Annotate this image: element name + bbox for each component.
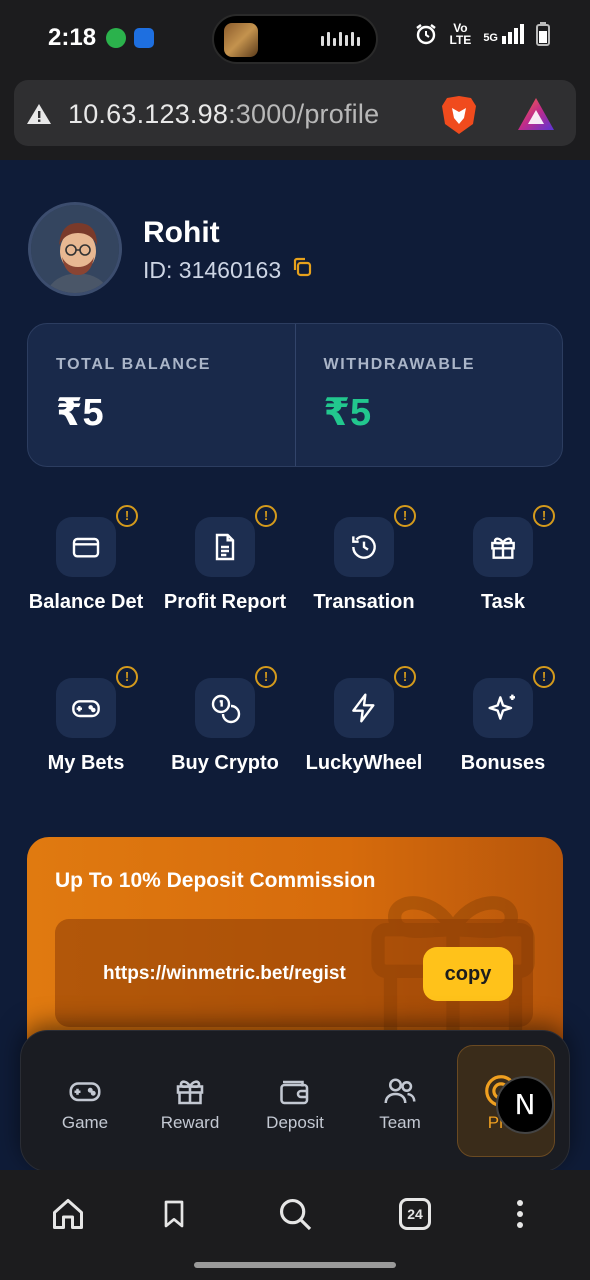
tabs-button[interactable]: 24 xyxy=(393,1192,437,1236)
media-thumbnail xyxy=(224,23,258,57)
avatar[interactable] xyxy=(28,202,122,296)
more-vertical-icon xyxy=(517,1200,523,1228)
info-badge: ! xyxy=(116,666,138,688)
total-balance: TOTAL BALANCE ₹5 xyxy=(28,324,295,466)
nav-label: Team xyxy=(379,1113,421,1132)
info-badge: ! xyxy=(255,666,277,688)
promo-title: Up To 10% Deposit Commission xyxy=(55,869,376,892)
search-icon xyxy=(279,1198,312,1231)
status-time: 2:18 xyxy=(48,24,97,51)
nav-label: Reward xyxy=(160,1113,220,1132)
more-menu-button[interactable] xyxy=(498,1192,542,1236)
search-button[interactable] xyxy=(273,1192,317,1236)
lightning-icon xyxy=(334,678,394,738)
menu-item-task[interactable]: ! Task xyxy=(433,505,573,637)
menu-item-bonuses[interactable]: ! Bonuses xyxy=(433,666,573,798)
battery-icon xyxy=(536,22,550,46)
nav-game[interactable]: Game xyxy=(35,1031,135,1173)
menu-item-label: Profit Report xyxy=(163,591,287,613)
withdrawable-label: WITHDRAWABLE xyxy=(323,356,476,373)
menu-item-buy-crypto[interactable]: ! Buy Crypto xyxy=(155,666,295,798)
nav-label: Deposit xyxy=(266,1113,324,1132)
nav-deposit[interactable]: Deposit xyxy=(245,1031,345,1173)
history-icon xyxy=(334,517,394,577)
browser-address-area: 10.63.123.98:3000/profile xyxy=(0,76,590,160)
referral-link-box: https://winmetric.bet/regist copy xyxy=(55,919,533,1027)
menu-item-balance-details[interactable]: ! Balance Det xyxy=(16,505,156,637)
user-id: ID: 31460163 xyxy=(143,256,282,283)
nav-team[interactable]: Team xyxy=(350,1031,450,1173)
dynamic-island[interactable] xyxy=(212,14,378,64)
sparkles-icon xyxy=(473,678,533,738)
home-indicator xyxy=(194,1262,396,1268)
bookmark-icon xyxy=(164,1200,184,1228)
menu-item-label: Bonuses xyxy=(460,752,546,774)
gift-icon xyxy=(170,1071,210,1111)
gamepad-icon xyxy=(56,678,116,738)
status-indicators: Vo LTE 5G xyxy=(414,22,550,46)
menu-grid-row-2: ! My Bets ! Buy Crypto ! LuckyWheel ! Bo… xyxy=(0,666,590,798)
copy-link-button[interactable]: copy xyxy=(423,947,513,1001)
copy-icon[interactable] xyxy=(291,256,313,284)
user-id-row: ID: 31460163 xyxy=(143,256,313,284)
menu-item-label: Buy Crypto xyxy=(171,752,279,774)
menu-item-my-bets[interactable]: ! My Bets xyxy=(16,666,156,798)
gift-icon xyxy=(473,517,533,577)
menu-item-profit-report[interactable]: ! Profit Report xyxy=(155,505,295,637)
info-badge: ! xyxy=(533,505,555,527)
menu-item-transaction[interactable]: ! Transation xyxy=(294,505,434,637)
withdrawable-balance: WITHDRAWABLE ₹5 xyxy=(294,324,563,466)
info-badge: ! xyxy=(394,505,416,527)
status-bar: 2:18 Vo LTE 5G xyxy=(0,0,590,76)
menu-item-label: My Bets xyxy=(47,752,125,774)
gamepad-icon xyxy=(65,1071,105,1111)
menu-item-label: LuckyWheel xyxy=(305,752,423,774)
menu-item-lucky-wheel[interactable]: ! LuckyWheel xyxy=(294,666,434,798)
warning-icon[interactable] xyxy=(26,102,52,126)
balance-card: TOTAL BALANCE ₹5 WITHDRAWABLE ₹5 xyxy=(27,323,563,467)
home-button[interactable] xyxy=(46,1192,90,1236)
home-icon xyxy=(53,1199,83,1229)
credit-card-icon xyxy=(56,517,116,577)
menu-item-label: Transation xyxy=(313,591,415,613)
nav-reward[interactable]: Reward xyxy=(140,1031,240,1173)
app-notification-icon xyxy=(134,28,154,48)
referral-link[interactable]: https://winmetric.bet/regist xyxy=(103,963,346,985)
withdrawable-value: ₹5 xyxy=(323,392,372,434)
bottom-navigation: Game Reward Deposit Team Pro xyxy=(20,1030,570,1172)
info-badge: ! xyxy=(255,505,277,527)
profile-page: Rohit ID: 31460163 TOTAL BALANCE ₹5 WITH… xyxy=(0,160,590,1170)
volte-indicator: Vo LTE xyxy=(449,21,472,47)
whatsapp-notification-icon xyxy=(106,28,126,48)
audio-bars-icon xyxy=(321,32,360,46)
info-badge: ! xyxy=(533,666,555,688)
menu-item-label: Task xyxy=(480,591,526,613)
total-balance-value: ₹5 xyxy=(56,392,104,434)
menu-item-label: Balance Det xyxy=(28,591,144,613)
alarm-icon xyxy=(415,24,436,45)
floating-dev-badge[interactable]: N xyxy=(496,1076,554,1134)
user-name: Rohit xyxy=(143,216,220,249)
url-text[interactable]: 10.63.123.98:3000/profile xyxy=(68,99,379,130)
browser-toolbar: 24 xyxy=(0,1170,590,1280)
brave-rewards-icon[interactable] xyxy=(516,96,556,132)
info-badge: ! xyxy=(394,666,416,688)
tab-count: 24 xyxy=(399,1198,431,1230)
menu-grid-row-1: ! Balance Det ! Profit Report ! Transati… xyxy=(0,505,590,637)
brave-shields-icon[interactable] xyxy=(440,94,478,136)
bookmark-button[interactable] xyxy=(152,1192,196,1236)
total-balance-label: TOTAL BALANCE xyxy=(56,356,212,373)
coins-icon xyxy=(195,678,255,738)
users-icon xyxy=(380,1071,420,1111)
address-bar[interactable]: 10.63.123.98:3000/profile xyxy=(14,80,576,146)
info-badge: ! xyxy=(116,505,138,527)
signal-icon: 5G xyxy=(483,24,524,44)
document-icon xyxy=(195,517,255,577)
nav-label: Game xyxy=(61,1113,109,1132)
avatar-illustration xyxy=(31,205,119,293)
wallet-icon xyxy=(275,1071,315,1111)
